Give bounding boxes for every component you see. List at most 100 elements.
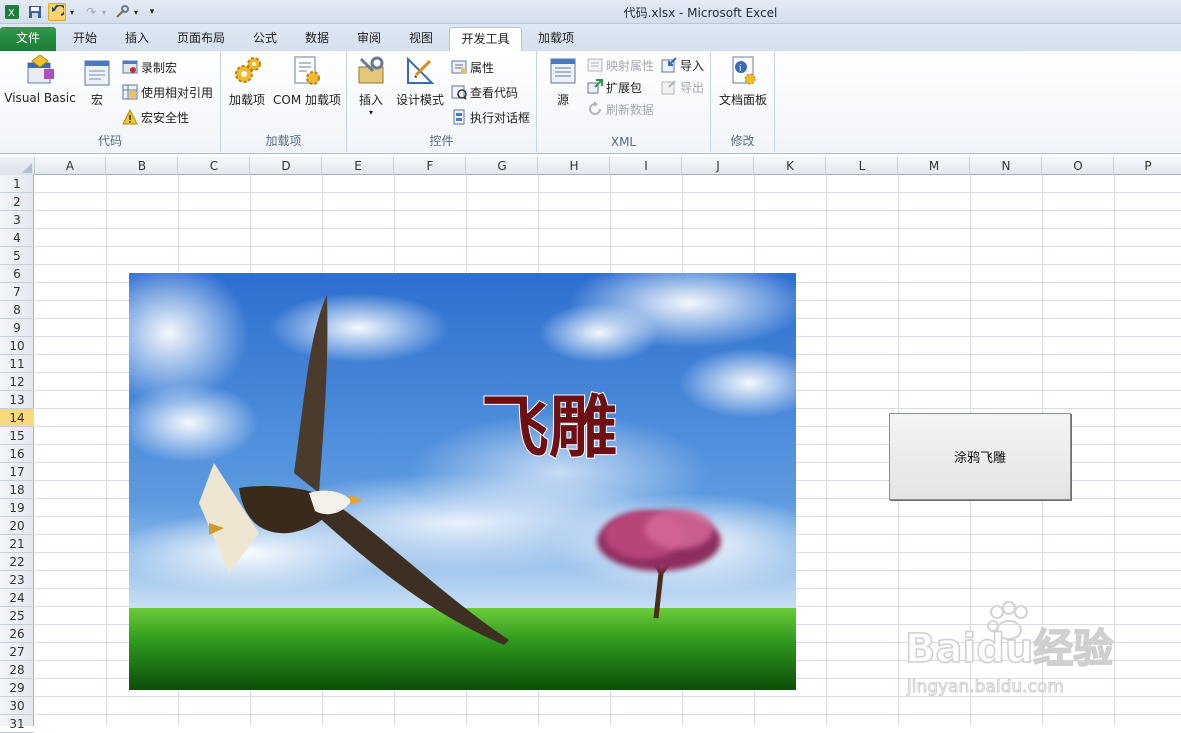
eagle-landscape-image: 飞雕	[129, 273, 796, 690]
row-headers: 1 2 3 4 5 6 7 8 9 10 11 12 13 14 15 16 1…	[0, 175, 34, 733]
row-header[interactable]: 10	[0, 337, 34, 355]
com-addins-icon	[291, 55, 323, 87]
row-header[interactable]: 17	[0, 463, 34, 481]
column-header[interactable]: I	[611, 157, 682, 175]
column-header[interactable]: H	[539, 157, 610, 175]
warning-icon	[122, 109, 138, 125]
document-panel-button[interactable]: i 文档面板	[715, 55, 771, 108]
row-header[interactable]: 2	[0, 193, 34, 211]
column-header[interactable]: F	[395, 157, 466, 175]
toolbox-icon	[355, 55, 387, 87]
tab-home[interactable]: 开始	[62, 27, 108, 51]
macros-label: 宏	[90, 93, 103, 107]
tab-file[interactable]: 文件	[0, 27, 56, 51]
column-header[interactable]: E	[323, 157, 394, 175]
row-header[interactable]: 13	[0, 391, 34, 409]
column-header[interactable]: A	[35, 157, 106, 175]
view-code-button[interactable]: 查看代码	[451, 82, 518, 102]
record-macro-button[interactable]: 录制宏	[122, 57, 177, 77]
row-header[interactable]: 25	[0, 607, 34, 625]
row-header[interactable]: 18	[0, 481, 34, 499]
column-header[interactable]: B	[107, 157, 178, 175]
gear-icon	[231, 55, 263, 87]
column-header[interactable]: D	[251, 157, 322, 175]
column-header[interactable]: K	[755, 157, 826, 175]
relative-ref-button[interactable]: 使用相对引用	[122, 82, 213, 102]
row-header[interactable]: 12	[0, 373, 34, 391]
group-xml: 源 映射属性 扩展包 刷新数据 导入 导出 XML	[537, 51, 711, 152]
row-header[interactable]: 7	[0, 283, 34, 301]
tab-insert[interactable]: 插入	[114, 27, 160, 51]
macro-security-button[interactable]: 宏安全性	[122, 107, 189, 127]
import-button[interactable]: 导入	[661, 55, 704, 75]
tab-addins[interactable]: 加载项	[528, 27, 584, 51]
row-header[interactable]: 19	[0, 499, 34, 517]
row-header[interactable]: 20	[0, 517, 34, 535]
column-header[interactable]: G	[467, 157, 538, 175]
row-header[interactable]: 5	[0, 247, 34, 265]
row-header[interactable]: 30	[0, 697, 34, 715]
column-header[interactable]: L	[827, 157, 898, 175]
column-header[interactable]: C	[179, 157, 250, 175]
import-label: 导入	[680, 58, 705, 73]
row-header[interactable]: 28	[0, 661, 34, 679]
design-mode-button[interactable]: 设计模式	[393, 55, 447, 108]
group-controls-label: 控件	[429, 134, 454, 148]
map-properties-button[interactable]: 映射属性	[587, 55, 654, 75]
export-button[interactable]: 导出	[661, 77, 704, 97]
row-header[interactable]: 6	[0, 265, 34, 283]
eagle-picture[interactable]: 飞雕	[129, 273, 796, 690]
row-header[interactable]: 8	[0, 301, 34, 319]
window-title: 代码.xlsx - Microsoft Excel	[623, 6, 778, 20]
group-modify: i 文档面板 修改	[711, 51, 775, 152]
column-header[interactable]: N	[971, 157, 1042, 175]
select-all-corner[interactable]	[0, 157, 35, 175]
addins-button[interactable]: 加载项	[225, 55, 269, 108]
row-header[interactable]: 22	[0, 553, 34, 571]
row-header-selected[interactable]: 14	[0, 409, 34, 427]
refresh-data-button[interactable]: 刷新数据	[587, 99, 654, 119]
row-header[interactable]: 9	[0, 319, 34, 337]
document-panel-label: 文档面板	[718, 93, 767, 107]
macros-button[interactable]: 宏	[80, 55, 114, 108]
tab-formulas[interactable]: 公式	[242, 27, 288, 51]
map-properties-icon	[587, 58, 603, 72]
row-header[interactable]: 16	[0, 445, 34, 463]
svg-text:i: i	[739, 64, 742, 74]
tab-data[interactable]: 数据	[294, 27, 340, 51]
addins-label: 加载项	[228, 93, 265, 107]
column-header[interactable]: J	[683, 157, 754, 175]
tab-developer[interactable]: 开发工具	[449, 27, 522, 51]
column-header[interactable]: O	[1043, 157, 1114, 175]
macro-button[interactable]: 涂鸦飞雕	[889, 413, 1071, 500]
tab-page-layout[interactable]: 页面布局	[168, 27, 234, 51]
visual-basic-button[interactable]: Visual Basic	[4, 54, 76, 105]
row-header[interactable]: 4	[0, 229, 34, 247]
row-header[interactable]: 21	[0, 535, 34, 553]
row-header[interactable]: 1	[0, 175, 34, 193]
run-dialog-button[interactable]: 执行对话框	[451, 107, 530, 127]
tab-view[interactable]: 视图	[398, 27, 444, 51]
view-code-label: 查看代码	[470, 85, 519, 100]
row-header[interactable]: 29	[0, 679, 34, 697]
row-header[interactable]: 23	[0, 571, 34, 589]
picture-caption: 飞雕	[481, 388, 617, 468]
row-header[interactable]: 15	[0, 427, 34, 445]
xml-source-button[interactable]: 源	[543, 55, 583, 108]
macro-security-label: 宏安全性	[141, 110, 190, 125]
row-header[interactable]: 11	[0, 355, 34, 373]
row-header[interactable]: 31	[0, 715, 34, 733]
insert-control-button[interactable]: 插入 ▾	[353, 55, 389, 118]
properties-button[interactable]: 属性	[451, 57, 494, 77]
column-header[interactable]: M	[899, 157, 970, 175]
column-header[interactable]: P	[1115, 157, 1181, 175]
row-header[interactable]: 24	[0, 589, 34, 607]
properties-icon	[451, 60, 467, 74]
row-header[interactable]: 3	[0, 211, 34, 229]
document-panel-icon: i	[727, 55, 759, 87]
row-header[interactable]: 27	[0, 643, 34, 661]
expansion-packs-button[interactable]: 扩展包	[587, 77, 642, 97]
row-header[interactable]: 26	[0, 625, 34, 643]
com-addins-button[interactable]: COM 加载项	[270, 55, 344, 108]
tab-review[interactable]: 审阅	[346, 27, 392, 51]
